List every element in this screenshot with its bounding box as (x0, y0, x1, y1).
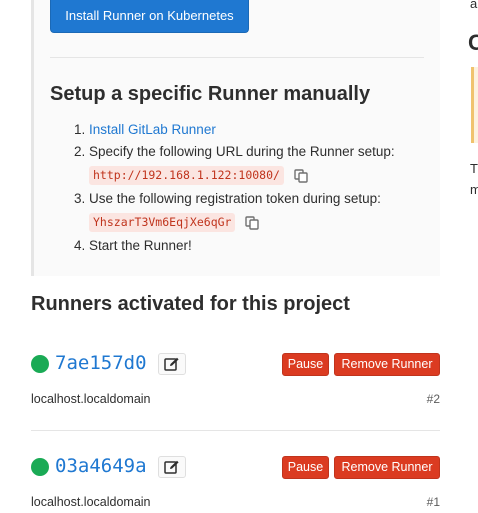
runner-row: 03a4649a Pause Remove Runner localhost.l… (31, 453, 440, 513)
runner-divider (31, 430, 440, 431)
remove-runner-button[interactable]: Remove Runner (334, 353, 440, 376)
install-gitlab-runner-link[interactable]: Install GitLab Runner (89, 122, 216, 137)
right-column-heading: C (468, 30, 478, 55)
runner-status-online-icon (31, 458, 49, 476)
setup-runner-heading: Setup a specific Runner manually (50, 83, 371, 105)
copy-token-icon[interactable] (245, 215, 260, 230)
registration-token-code: YhszarT3Vm6EqjXe6qGr (89, 212, 236, 232)
step-start-text: Start the Runner! (89, 238, 192, 253)
step-start: 4. Start the Runner! (74, 235, 434, 257)
runner-hostname: localhost.localdomain (31, 392, 151, 406)
step-number: 1. (74, 122, 86, 137)
pause-runner-button[interactable]: Pause (282, 456, 329, 479)
edit-runner-button[interactable] (158, 456, 186, 478)
pause-runner-button[interactable]: Pause (282, 353, 329, 376)
runner-id: #2 (426, 392, 440, 406)
runners-activated-heading: Runners activated for this project (31, 293, 350, 315)
runner-status-online-icon (31, 355, 49, 373)
setup-steps-list: 1. Install GitLab Runner 2. Specify the … (74, 119, 434, 257)
step-url: 2. Specify the following URL during the … (74, 141, 434, 187)
runner-hostname: localhost.localdomain (31, 495, 151, 509)
right-column-clipped: a C T m (460, 0, 478, 513)
runner-token-link[interactable]: 03a4649a (55, 453, 147, 479)
runner-url-code: http://192.168.1.122:10080/ (89, 165, 284, 185)
step-number: 3. (74, 191, 86, 206)
pencil-square-icon (164, 460, 179, 474)
panel-divider (50, 57, 424, 58)
runner-token-link[interactable]: 7ae157d0 (55, 350, 147, 376)
right-column-text: T (470, 161, 478, 176)
step-token-text: Use the following registration token dur… (89, 191, 381, 206)
edit-runner-button[interactable] (158, 353, 186, 375)
right-column-text: m (470, 182, 478, 197)
runner-id: #1 (426, 495, 440, 509)
step-url-text: Specify the following URL during the Run… (89, 144, 395, 159)
install-runner-kubernetes-button[interactable]: Install Runner on Kubernetes (50, 0, 249, 33)
remove-runner-button[interactable]: Remove Runner (334, 456, 440, 479)
pencil-square-icon (164, 357, 179, 371)
step-number: 2. (74, 144, 86, 159)
right-column-fragment: a (470, 0, 478, 11)
step-install: 1. Install GitLab Runner (74, 119, 434, 141)
copy-url-icon[interactable] (294, 168, 308, 183)
right-column-warning-box (471, 67, 478, 143)
runner-row: 7ae157d0 Pause Remove Runner localhost.l… (31, 350, 440, 410)
step-number: 4. (74, 238, 86, 253)
step-token: 3. Use the following registration token … (74, 188, 434, 234)
